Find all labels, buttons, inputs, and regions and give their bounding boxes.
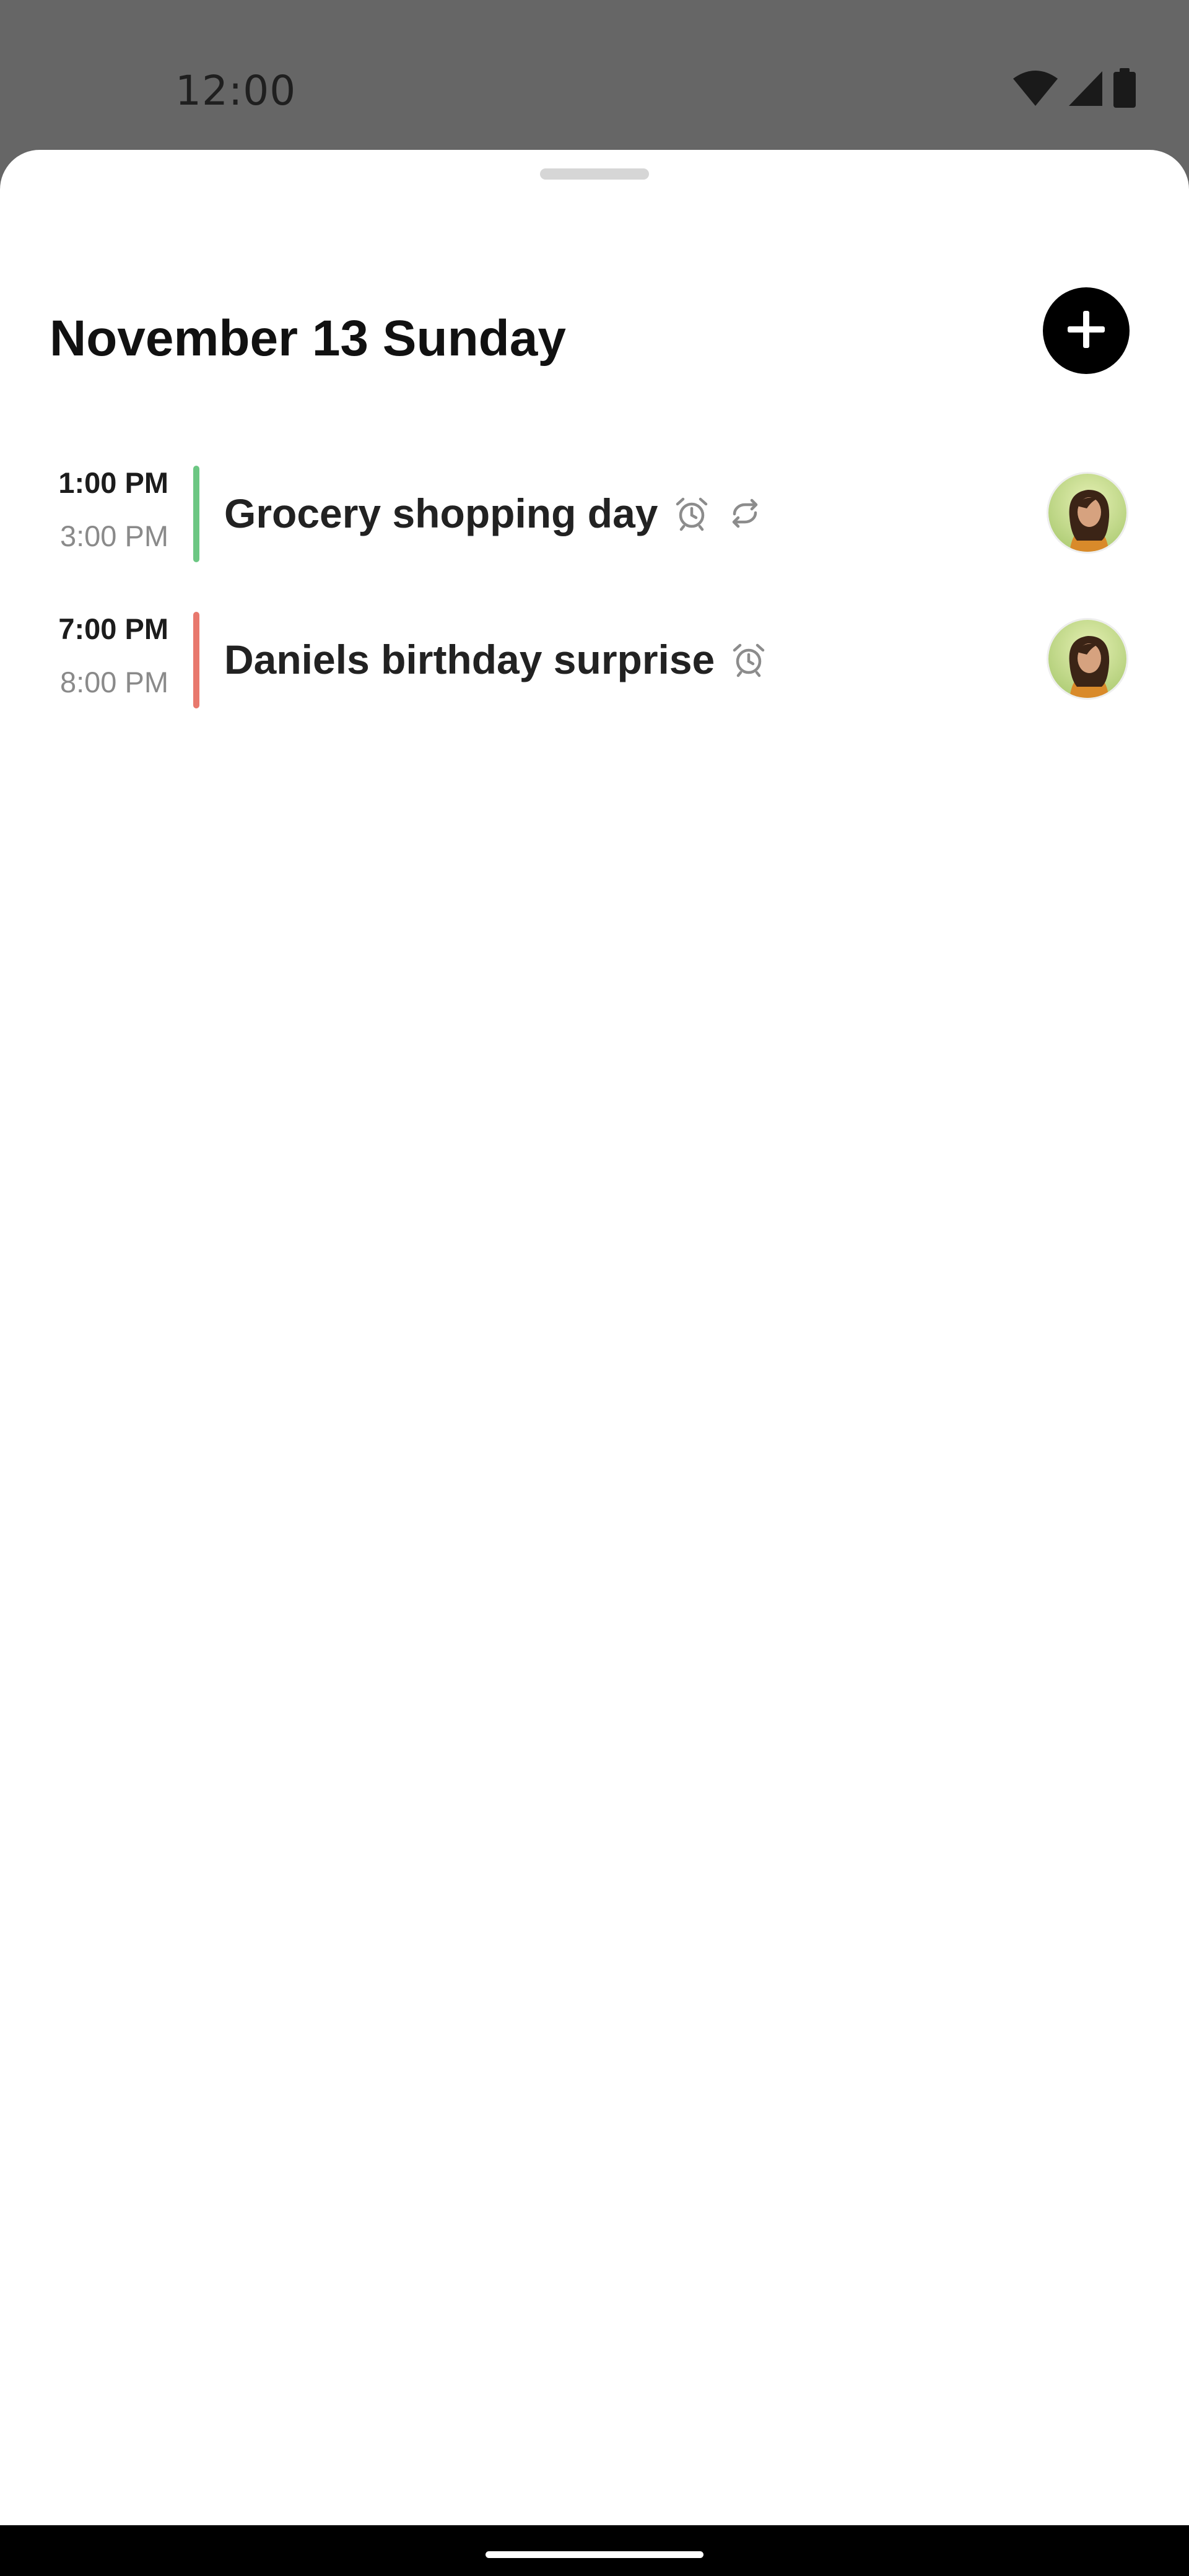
status-icons [1012,67,1137,112]
event-item[interactable]: 1:00 PM 3:00 PM Grocery shopping day [0,463,1189,609]
event-main: Daniels birthday surprise [224,633,767,686]
event-end-time: 3:00 PM [59,520,168,552]
battery-icon [1112,67,1137,112]
plus-icon [1065,308,1107,354]
alarm-icon [731,642,767,677]
add-event-button[interactable] [1043,287,1130,374]
event-main: Grocery shopping day [224,487,764,540]
event-times: 7:00 PM 8:00 PM [0,609,168,708]
status-time: 12:00 [175,67,297,115]
event-color-bar [193,612,199,708]
event-title: Grocery shopping day [224,490,658,536]
status-bar: 12:00 [0,0,1189,150]
bottom-sheet: November 13 Sunday 1:00 PM 3:00 PM Groce… [0,150,1189,2525]
wifi-icon [1012,70,1059,110]
home-indicator[interactable] [486,2551,703,2558]
avatar[interactable] [1047,618,1128,700]
alarm-icon [674,495,710,531]
event-color-bar [193,466,199,562]
event-start-time: 7:00 PM [58,612,168,645]
repeat-icon [726,495,764,531]
event-times: 1:00 PM 3:00 PM [0,463,168,562]
event-title: Daniels birthday surprise [224,637,715,682]
event-end-time: 8:00 PM [59,666,168,698]
navigation-bar [0,2525,1189,2576]
cellular-signal-icon [1068,70,1104,110]
page-title: November 13 Sunday [50,310,566,367]
event-start-time: 1:00 PM [58,466,168,499]
event-list: 1:00 PM 3:00 PM Grocery shopping day 7:0… [0,463,1189,755]
avatar[interactable] [1047,472,1128,554]
event-item[interactable]: 7:00 PM 8:00 PM Daniels birthday surpris… [0,609,1189,755]
sheet-header: November 13 Sunday [50,287,1130,374]
drag-handle[interactable] [540,168,649,180]
